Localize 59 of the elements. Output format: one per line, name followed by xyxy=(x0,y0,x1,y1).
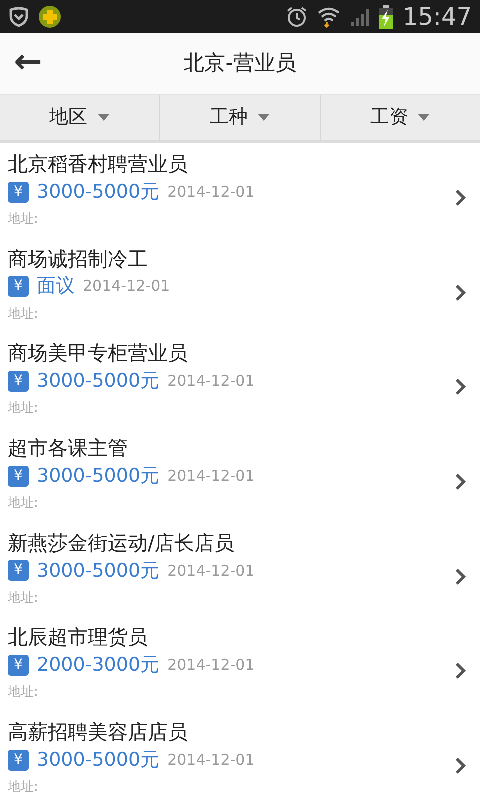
filter-dropdown[interactable]: 地区 xyxy=(0,95,160,140)
job-title: 超市各课主管 xyxy=(8,435,128,462)
job-list-item[interactable]: 新燕莎金街运动/店长店员 ¥ 3000-5000元 2014-12-01 地址: xyxy=(0,526,480,620)
job-title: 北京稻香村聘营业员 xyxy=(8,151,188,177)
salary-badge: ¥ xyxy=(8,370,29,392)
salary-badge: ¥ xyxy=(8,276,29,298)
salary-badge: ¥ xyxy=(8,466,29,487)
battery-icon xyxy=(378,4,393,28)
chevron-right-icon xyxy=(455,662,467,680)
post-date: 2014-12-01 xyxy=(168,655,255,676)
address-label: 地址: xyxy=(8,590,38,607)
job-list-item[interactable]: 北京稻香村聘营业员 ¥ 3000-5000元 2014-12-01 地址: xyxy=(0,147,480,242)
post-date: 2014-12-01 xyxy=(168,182,255,203)
job-list-item[interactable]: 超市各课主管 ¥ 3000-5000元 2014-12-01 地址: xyxy=(0,431,480,526)
salary-text: 3000-5000元 xyxy=(37,464,160,489)
page-title: 北京-营业员 xyxy=(184,50,296,77)
chevron-right-icon xyxy=(455,568,467,586)
salary-text: 3000-5000元 xyxy=(37,180,160,205)
address-label: 地址: xyxy=(8,212,38,228)
salary-text: 3000-5000元 xyxy=(37,369,160,394)
job-title: 商场美甲专柜营业员 xyxy=(8,340,188,366)
alarm-icon xyxy=(284,4,309,28)
salary-text: 面议 xyxy=(37,274,75,300)
filter-dropdown[interactable]: 工种 xyxy=(160,95,321,140)
job-title: 新燕莎金街运动/店长店员 xyxy=(8,530,235,556)
app-icon xyxy=(38,4,62,28)
chevron-right-icon xyxy=(455,473,467,492)
clock-time: 15:47 xyxy=(402,4,472,28)
salary-badge: ¥ xyxy=(8,560,29,582)
chevron-right-icon xyxy=(455,284,467,302)
address-label: 地址: xyxy=(8,685,38,702)
post-date: 2014-12-01 xyxy=(168,560,255,582)
job-list-item[interactable]: 商场诚招制冷工 ¥ 面议 2014-12-01 地址: xyxy=(0,242,480,336)
job-title: 商场诚招制冷工 xyxy=(8,246,148,272)
job-list-item[interactable]: 商场美甲专柜营业员 ¥ 3000-5000元 2014-12-01 地址: xyxy=(0,336,480,432)
job-title: 高薪招聘美容店店员 xyxy=(8,719,188,746)
address-label: 地址: xyxy=(8,496,38,512)
chevron-right-icon xyxy=(455,378,467,396)
chevron-right-icon xyxy=(455,189,467,207)
back-button[interactable]: ← xyxy=(0,44,42,82)
salary-badge: ¥ xyxy=(8,750,29,771)
post-date: 2014-12-01 xyxy=(168,371,255,392)
job-list-item[interactable]: 高薪招聘美容店店员 ¥ 3000-5000元 2014-12-01 地址: xyxy=(0,715,480,798)
address-label: 地址: xyxy=(8,401,38,418)
job-title: 北辰超市理货员 xyxy=(8,624,148,650)
filter-dropdown[interactable]: 工资 xyxy=(320,95,480,140)
salary-text: 3000-5000元 xyxy=(37,558,160,584)
post-date: 2014-12-01 xyxy=(83,276,170,298)
salary-badge: ¥ xyxy=(8,654,29,676)
job-list-item[interactable]: 北辰超市理货员 ¥ 2000-3000元 2014-12-01 地址: xyxy=(0,620,480,716)
post-date: 2014-12-01 xyxy=(168,750,255,771)
address-label: 地址: xyxy=(8,780,38,796)
salary-badge: ¥ xyxy=(8,182,29,202)
post-date: 2014-12-01 xyxy=(168,466,255,487)
chevron-right-icon xyxy=(455,757,467,776)
address-label: 地址: xyxy=(8,306,38,323)
shield-icon xyxy=(8,6,30,28)
salary-text: 3000-5000元 xyxy=(37,748,160,773)
salary-text: 2000-3000元 xyxy=(37,653,160,678)
